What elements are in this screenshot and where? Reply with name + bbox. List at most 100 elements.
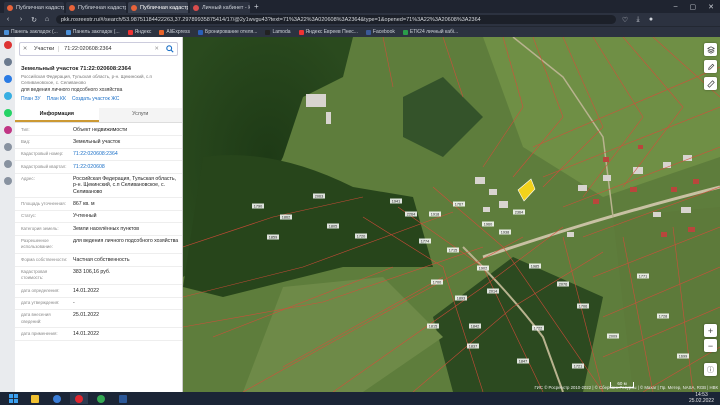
parcel-label[interactable]: 1790 [254, 205, 262, 209]
new-tab-button[interactable]: + [254, 2, 259, 11]
bookmark-item[interactable]: AliExpress [159, 29, 190, 35]
messenger-icon[interactable] [3, 75, 12, 83]
browser-tab[interactable]: Личный кабинет - Кадас...× [190, 2, 250, 13]
parcel-label[interactable]: 1700 [433, 281, 441, 285]
file-explorer-icon[interactable] [26, 393, 44, 404]
parcel-label[interactable]: 2063 [315, 195, 323, 199]
chrome-icon[interactable] [92, 393, 110, 404]
parcel-label[interactable]: 1893 [457, 297, 465, 301]
opera-sidebar [0, 37, 15, 392]
whatsapp-icon[interactable] [3, 109, 12, 117]
map-view[interactable]: 1790 1862 1859 2063 1805 1720 1941 2264 1918 1767… [183, 37, 720, 392]
parcel-label[interactable]: 1699 [679, 355, 687, 359]
minimize-icon[interactable]: – [674, 3, 678, 11]
attribute-value[interactable]: 71:22:020608 [71, 160, 182, 174]
parcel-label[interactable]: 1767 [455, 203, 463, 207]
parcel-label[interactable]: 2076 [559, 283, 567, 287]
parcel-label[interactable]: 1771 [639, 275, 647, 279]
settings-icon[interactable] [3, 177, 12, 185]
parcel-label[interactable]: 1902 [479, 267, 487, 271]
opera-home-icon[interactable] [3, 41, 12, 49]
parcel-label[interactable]: 1941 [392, 200, 400, 204]
bookmark-item[interactable]: Яндекс Евреев Пнес... [298, 29, 358, 35]
bookmark-item[interactable]: Facebook [365, 29, 395, 35]
media-player-icon[interactable] [48, 393, 66, 404]
bookmark-item[interactable]: Панель закладок (... [4, 29, 58, 35]
zoom-out-button[interactable]: − [704, 339, 717, 352]
search-type-select[interactable]: Участки [30, 46, 60, 52]
parcel-label[interactable]: 1985 [531, 265, 539, 269]
parcel-label[interactable]: 1938 [501, 231, 509, 235]
search-icon[interactable] [163, 43, 177, 55]
browser-tab[interactable]: Публичная кадастровая с...× [128, 2, 188, 13]
back-icon[interactable]: ‹ [4, 16, 12, 23]
plan-kk-link[interactable]: План КК [47, 96, 66, 102]
history-icon[interactable] [3, 143, 12, 151]
search-input[interactable]: 71:22:020608:2364 [59, 46, 154, 52]
pinboard-icon[interactable] [3, 160, 12, 168]
bookmark-label: ЕТК24 личный кабі... [409, 29, 459, 35]
reload-icon[interactable]: ↻ [30, 16, 38, 24]
account-icon[interactable]: ● [647, 16, 655, 23]
parcel-label[interactable]: 1960 [484, 223, 492, 227]
attribute-value[interactable]: 71:22:020608:2364 [71, 148, 182, 162]
parcel-label[interactable]: 1721 [574, 365, 582, 369]
parcel-label[interactable]: 1720 [357, 235, 365, 239]
edit-icon[interactable] [704, 60, 717, 73]
parcel-label[interactable]: 1774 [421, 240, 429, 244]
satellite-map[interactable]: 1790 1862 1859 2063 1805 1720 1941 2264 1918 1767… [183, 37, 720, 392]
opera-taskbar-icon[interactable] [70, 393, 88, 404]
telegram-icon[interactable] [3, 92, 12, 100]
parcel-label[interactable]: 1722 [534, 327, 542, 331]
close-icon[interactable]: ✕ [20, 46, 30, 52]
word-icon[interactable] [114, 393, 132, 404]
clear-icon[interactable]: ✕ [154, 46, 163, 52]
url-field[interactable]: pkk.rosreestr.ru/#/search/53.98751184422… [56, 15, 616, 24]
attribute-label: дата внесения сведений: [15, 309, 71, 329]
info-panel: ✕ Участки 71:22:020608:2364 ✕ Земельный … [15, 37, 183, 392]
parcel-label[interactable]: 2264 [407, 213, 415, 217]
parcel-label[interactable]: 2014 [489, 290, 497, 294]
parcel-label[interactable]: 1837 [469, 345, 477, 349]
zoom-in-button[interactable]: + [704, 324, 717, 337]
bookmark-item[interactable]: ЕТК24 личный кабі... [402, 29, 459, 35]
bookmark-item[interactable]: Бронирование отеля... [198, 29, 257, 35]
parcel-label[interactable]: 1728 [659, 315, 667, 319]
bookmark-heart-icon[interactable]: ♡ [621, 16, 629, 24]
clock[interactable]: 14:53 25.02.2022 [689, 392, 720, 404]
close-window-icon[interactable]: ✕ [708, 3, 714, 11]
bookmark-icon [4, 29, 9, 35]
parcel-label[interactable]: 1805 [329, 225, 337, 229]
layers-icon[interactable] [704, 43, 717, 56]
plan-zu-link[interactable]: План ЗУ [21, 96, 41, 102]
parcel-label[interactable]: 1918 [431, 213, 439, 217]
create-parcel-link[interactable]: Создать участок ЖС [72, 96, 120, 102]
parcel-label[interactable]: 1815 [429, 325, 437, 329]
parcel-label[interactable]: 1706 [579, 305, 587, 309]
home-icon[interactable]: ⌂ [43, 16, 51, 23]
bookmark-item[interactable]: Яндекс [127, 29, 151, 35]
download-icon[interactable]: ⤓ [634, 16, 642, 24]
browser-tab[interactable]: Публичная кадастровая с...× [66, 2, 126, 13]
parcel-label[interactable]: 1859 [269, 236, 277, 240]
parcel-label[interactable]: 1862 [282, 216, 290, 220]
start-button[interactable] [4, 393, 22, 404]
info-icon[interactable]: ⓘ [704, 363, 717, 376]
speed-dial-icon[interactable] [3, 58, 12, 66]
browser-tab[interactable]: Публичная кадастровая с...× [4, 2, 64, 13]
parcel-label[interactable]: 1842 [471, 325, 479, 329]
tab-services[interactable]: Услуги [98, 108, 182, 122]
parcel-label[interactable]: 1847 [519, 360, 527, 364]
maximize-icon[interactable]: ▢ [690, 3, 697, 11]
table-row: Статус: Учтенный [15, 210, 182, 224]
bookmark-item[interactable]: Панель закладок (... [65, 29, 120, 35]
ruler-icon[interactable] [704, 77, 717, 90]
parcel-label[interactable]: 1715 [449, 249, 457, 253]
parcel-label[interactable]: 2364 [515, 211, 523, 215]
parcel-label[interactable]: 2009 [609, 335, 617, 339]
bookmark-item[interactable]: Lamoda [265, 29, 291, 35]
tab-info[interactable]: Информация [15, 108, 99, 122]
browser-tab-bar: Публичная кадастровая с...×Публичная кад… [0, 0, 720, 13]
instagram-icon[interactable] [3, 126, 12, 134]
forward-icon[interactable]: › [17, 16, 25, 23]
